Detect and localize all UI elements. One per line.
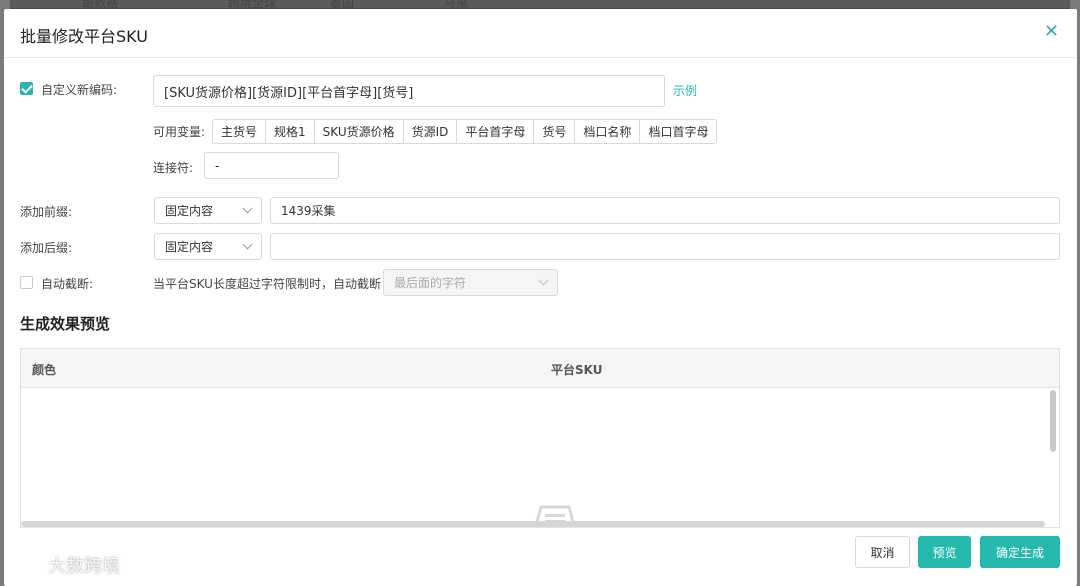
connector-label: 连接符: bbox=[153, 161, 194, 175]
variable-stall-name[interactable]: 档口名称 bbox=[574, 119, 641, 144]
prefix-label: 添加前缀: bbox=[20, 205, 73, 219]
variable-source-id[interactable]: 货源ID bbox=[402, 119, 458, 144]
truncate-position-select[interactable]: 最后面的字符 bbox=[383, 269, 558, 296]
column-header-platform-sku: 平台SKU bbox=[551, 363, 603, 377]
prefix-mode-select[interactable]: 固定内容 bbox=[154, 197, 262, 224]
background-tab-strip: 跟数据 跨境全球 泰国 马来 bbox=[0, 0, 1080, 10]
chevron-down-icon bbox=[242, 239, 253, 250]
preview-section-title: 生成效果预览 bbox=[20, 315, 111, 333]
variable-sku-source-price[interactable]: SKU货源价格 bbox=[313, 119, 404, 144]
variable-main-sku[interactable]: 主货号 bbox=[212, 119, 267, 144]
suffix-mode-value: 固定内容 bbox=[165, 240, 214, 254]
variable-spec1[interactable]: 规格1 bbox=[265, 119, 315, 144]
custom-code-checkbox[interactable] bbox=[20, 82, 33, 95]
chevron-down-icon bbox=[242, 203, 253, 214]
preview-table: 颜色 平台SKU bbox=[20, 348, 1060, 528]
prefix-mode-value: 固定内容 bbox=[165, 204, 214, 218]
vertical-scrollbar[interactable] bbox=[1050, 390, 1056, 452]
variable-stall-initial[interactable]: 档口首字母 bbox=[639, 119, 718, 144]
example-link[interactable]: 示例 bbox=[673, 82, 697, 99]
batch-edit-sku-dialog: 批量修改平台SKU ✕ 自定义新编码: [SKU货源价格][货源ID][平台首字… bbox=[4, 9, 1077, 586]
watermark: 大数跨境 bbox=[8, 552, 120, 578]
variable-item-no[interactable]: 货号 bbox=[533, 119, 576, 144]
custom-code-input[interactable]: [SKU货源价格][货源ID][平台首字母][货号] bbox=[153, 75, 665, 107]
custom-code-label: 自定义新编码: bbox=[41, 83, 118, 97]
dialog-header: 批量修改平台SKU ✕ bbox=[4, 9, 1077, 58]
variables-group: 主货号 规格1 SKU货源价格 货源ID 平台首字母 货号 档口名称 档口首字母 bbox=[212, 119, 718, 144]
prefix-input[interactable]: 1439采集 bbox=[270, 197, 1060, 224]
connector-input[interactable]: - bbox=[204, 152, 339, 179]
suffix-input[interactable] bbox=[270, 233, 1060, 260]
variables-label: 可用变量: bbox=[153, 125, 206, 139]
chevron-down-icon bbox=[538, 275, 549, 286]
cancel-button[interactable]: 取消 bbox=[855, 536, 910, 568]
variable-platform-initial[interactable]: 平台首字母 bbox=[456, 119, 535, 144]
preview-button[interactable]: 预览 bbox=[918, 536, 971, 568]
auto-truncate-description: 当平台SKU长度超过字符限制时，自动截断 bbox=[153, 277, 381, 291]
watermark-text: 大数跨境 bbox=[48, 556, 120, 577]
watermark-logo-icon bbox=[10, 556, 42, 574]
auto-truncate-checkbox[interactable] bbox=[20, 276, 33, 289]
horizontal-scrollbar[interactable] bbox=[21, 521, 1045, 527]
auto-truncate-label: 自动截断: bbox=[41, 277, 94, 291]
suffix-mode-select[interactable]: 固定内容 bbox=[154, 233, 262, 260]
close-icon[interactable]: ✕ bbox=[1044, 23, 1059, 41]
confirm-generate-button[interactable]: 确定生成 bbox=[980, 536, 1060, 568]
truncate-position-value: 最后面的字符 bbox=[394, 276, 467, 290]
suffix-label: 添加后缀: bbox=[20, 241, 73, 255]
column-header-color: 颜色 bbox=[32, 363, 57, 377]
dialog-title: 批量修改平台SKU bbox=[20, 27, 148, 46]
preview-table-header: 颜色 平台SKU bbox=[21, 349, 1059, 388]
